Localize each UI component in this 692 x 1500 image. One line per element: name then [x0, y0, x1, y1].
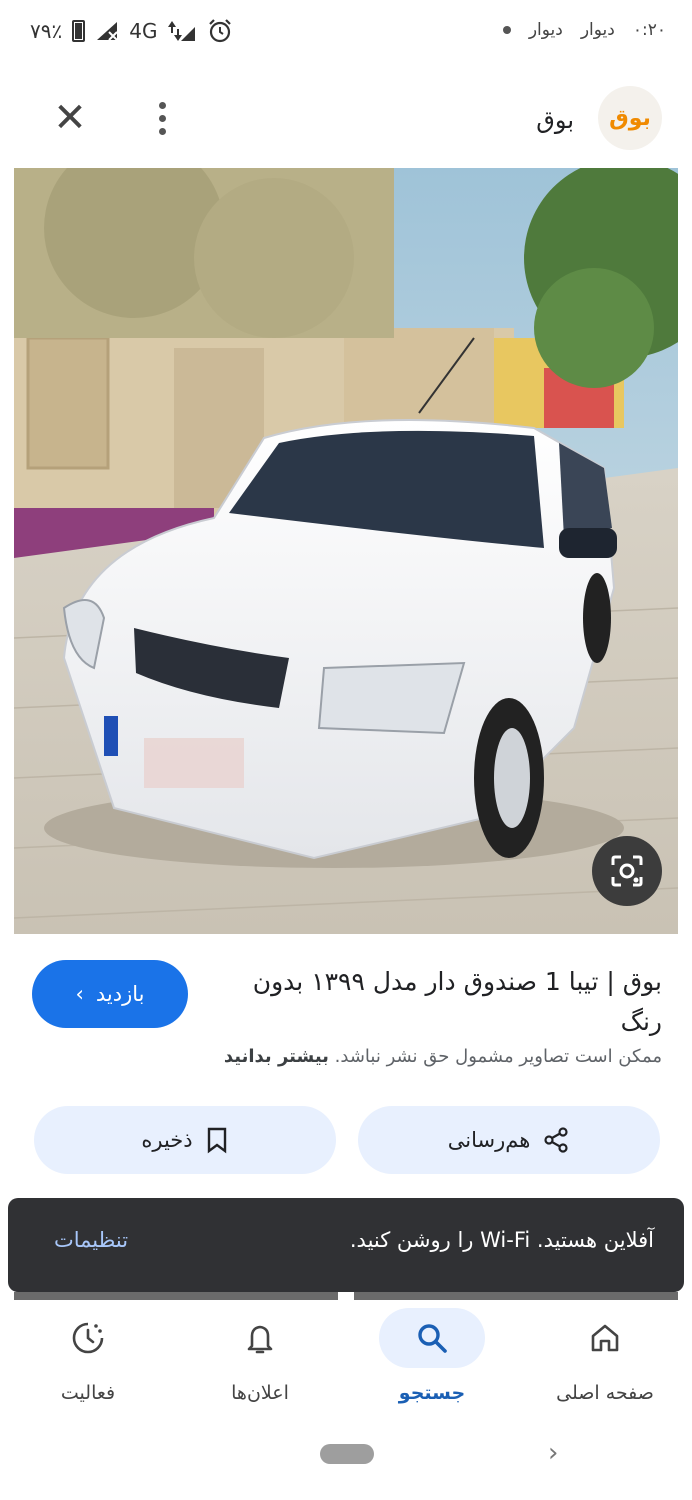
bottom-navigation: صفحه اصلی جستجو اعلان‌ها فعالیت: [0, 1300, 692, 1420]
alarm-icon: [209, 19, 232, 43]
learn-more-link[interactable]: بیشتر بدانید: [224, 1046, 329, 1067]
home-gesture-pill[interactable]: [320, 1444, 374, 1464]
close-icon[interactable]: ✕: [48, 96, 92, 140]
nav-notifications-label: اعلان‌ها: [231, 1382, 289, 1404]
battery-icon: [72, 20, 86, 42]
google-lens-icon[interactable]: [592, 836, 662, 906]
visit-button[interactable]: ‹ بازدید: [32, 960, 188, 1028]
site-logo[interactable]: بوق: [598, 86, 662, 150]
data-transfer-icon: [168, 21, 196, 41]
bell-icon: [247, 1325, 273, 1354]
status-icons: ۷۹٪ 4G: [30, 18, 233, 44]
save-label: ذخیره: [141, 1128, 193, 1152]
visit-label: بازدید: [95, 982, 145, 1006]
nav-search[interactable]: جستجو: [352, 1308, 512, 1404]
share-icon: [544, 1127, 568, 1153]
nav-home-label: صفحه اصلی: [556, 1382, 654, 1404]
clock: ۰:۲۰: [632, 20, 666, 40]
signal-icon: [97, 22, 118, 41]
chevron-left-icon: ‹: [75, 982, 84, 1006]
copyright-notice: ممکن است تصاویر مشمول حق نشر نباشد. بیشت…: [224, 1046, 662, 1067]
share-label: هم‌رسانی: [447, 1128, 531, 1152]
nav-home[interactable]: صفحه اصلی: [525, 1308, 685, 1404]
related-images-strip[interactable]: [14, 1292, 678, 1300]
more-vert-icon[interactable]: [140, 96, 184, 140]
viewer-header: ✕ بوق بوق: [0, 80, 692, 160]
status-notifications: ۰:۲۰ دیوار دیوار: [502, 20, 666, 40]
notification-app: دیوار: [528, 20, 563, 40]
activity-icon: [72, 1322, 104, 1354]
save-button[interactable]: ذخیره: [34, 1106, 336, 1174]
home-icon: [591, 1324, 619, 1352]
nav-search-label: جستجو: [398, 1382, 466, 1404]
site-name[interactable]: بوق: [536, 106, 574, 134]
snackbar-message: آفلاین هستید. Wi-Fi را روشن کنید.: [349, 1228, 654, 1252]
battery-percent: ۷۹٪: [30, 19, 63, 43]
status-bar: ۷۹٪ 4G ۰:۲۰ دیوار دیوار: [0, 0, 692, 66]
result-title[interactable]: بوق | تیبا 1 صندوق دار مدل ۱۳۹۹ بدون رنگ: [212, 962, 662, 1042]
chevron-right-icon[interactable]: ›: [548, 1438, 558, 1468]
offline-snackbar: آفلاین هستید. Wi-Fi را روشن کنید. تنظیما…: [8, 1198, 684, 1292]
search-icon: [418, 1324, 447, 1353]
settings-link[interactable]: تنظیمات: [54, 1228, 128, 1252]
network-type: 4G: [129, 19, 158, 43]
result-image[interactable]: [14, 168, 678, 934]
notification-app: دیوار: [580, 20, 615, 40]
system-navigation: ›: [0, 1420, 692, 1500]
copyright-text: ممکن است تصاویر مشمول حق نشر نباشد.: [334, 1046, 662, 1067]
share-button[interactable]: هم‌رسانی: [358, 1106, 660, 1174]
nav-activity-label: فعالیت: [60, 1382, 116, 1404]
bookmark-icon: [207, 1127, 226, 1154]
nav-activity[interactable]: فعالیت: [8, 1308, 168, 1404]
more-notifications-dot: [502, 26, 511, 34]
nav-notifications[interactable]: اعلان‌ها: [180, 1308, 340, 1404]
